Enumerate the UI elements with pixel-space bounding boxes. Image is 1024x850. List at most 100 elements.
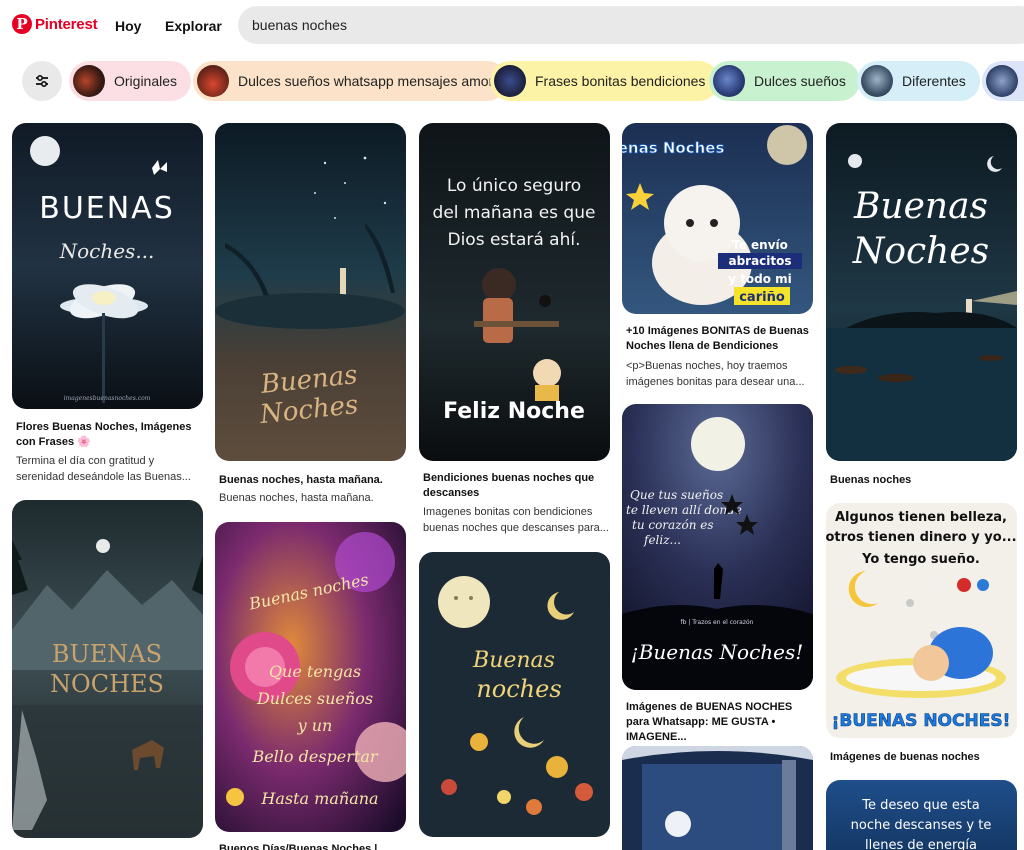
pin-image: Buenas Noches Te envío abracitos y todo … — [622, 123, 813, 314]
pin-image: BUENAS Noches... imagenesbuenasnoches.co… — [12, 123, 203, 409]
chip-label: Frases bonitas bendiciones — [535, 73, 706, 89]
pin-image: Lo único seguro del mañana es que Dios e… — [419, 123, 610, 461]
moon-icon — [30, 136, 60, 166]
pin-title: Buenas noches, hasta mañana. — [219, 474, 383, 486]
image-line-2: abracitos — [728, 254, 791, 268]
image-line-3: Dios estará ahí. — [447, 230, 580, 250]
image-line-3: Dulces sueños — [256, 689, 373, 708]
moon-icon — [848, 154, 862, 168]
chip-label: Dulces sueños whatsapp mensajes amor — [238, 73, 494, 89]
image-line-1: Te deseo que esta — [861, 798, 979, 813]
pin-dulces-suenos-rosas[interactable]: Buenas noches Que tengas Dulces sueños y… — [215, 522, 406, 850]
chip-thumbnail — [197, 65, 229, 97]
pin-buenas-noches-lago[interactable]: BUENAS NOCHES — [12, 500, 203, 838]
top-header: P Pinterest Hoy Explorar buenas noches — [0, 0, 1024, 52]
pin-10-imagenes-bonitas[interactable]: Buenas Noches Te envío abracitos y todo … — [622, 123, 813, 393]
nav-hoy[interactable]: Hoy — [115, 18, 141, 34]
child-figure-icon — [482, 268, 516, 302]
image-line-2: del mañana es que — [433, 203, 596, 223]
moon-icon — [96, 539, 110, 553]
pin-image: Que tus sueños te lleven allí donde tu c… — [622, 404, 813, 690]
pinterest-p-icon: P — [12, 14, 32, 34]
filter-settings-button[interactable] — [22, 61, 62, 101]
pin-title: Imágenes de BUENAS NOCHES para Whatsapp:… — [626, 701, 793, 743]
image-line-3: Yo tengo sueño. — [861, 552, 980, 567]
image-line-4: feliz... — [643, 533, 681, 547]
image-credit: fb | Trazos en el corazón — [681, 619, 754, 626]
pin-imagenes-buenas-noches-whatsapp[interactable]: Que tus sueños te lleven allí donde tu c… — [622, 404, 813, 743]
charlie-brown-icon — [533, 359, 561, 387]
chip-label: Diferentes — [902, 73, 966, 89]
pin-title: +10 Imágenes BONITAS de Buenas Noches ll… — [626, 325, 809, 352]
image-bottom-text: ¡Buenas Noches! — [631, 640, 804, 664]
pin-ventana-luna[interactable] — [622, 746, 813, 850]
pin-description: Termina el día con gratitud y serenidad … — [16, 455, 191, 483]
chip-thumbnail — [986, 65, 1018, 97]
moon-icon — [767, 125, 807, 165]
image-line-1: Lo único seguro — [447, 176, 581, 196]
image-title: BUENAS — [39, 191, 175, 226]
boat-icon — [835, 366, 867, 374]
image-title: Buenas — [472, 648, 555, 673]
chip-next-partial[interactable] — [982, 61, 1024, 101]
pin-image: Buenas Noches — [215, 123, 406, 461]
pin-image: BUENAS NOCHES — [12, 500, 203, 838]
image-title: Buenas — [853, 186, 988, 227]
pin-description: Buenas noches, hasta mañana. — [219, 492, 374, 504]
chip-dulces-suenos-whatsapp[interactable]: Dulces sueños whatsapp mensajes amor — [193, 61, 508, 101]
pin-image — [622, 746, 813, 850]
image-line-3: tu corazón es — [632, 518, 714, 532]
chip-label: Dulces sueños — [754, 73, 846, 89]
chip-thumbnail — [713, 65, 745, 97]
pinterest-logo[interactable]: P Pinterest — [12, 14, 98, 34]
pin-bendiciones-feliz-noche[interactable]: Lo único seguro del mañana es que Dios e… — [419, 123, 610, 543]
pin-buenas-noches-hasta-manana[interactable]: Buenas Noches Buenas noches, hasta mañan… — [215, 123, 406, 508]
chip-dulces-suenos[interactable]: Dulces sueños — [709, 61, 860, 101]
image-line-3: llenes de energía — [865, 838, 977, 850]
pin-imagenes-de-buenas-noches[interactable]: Algunos tienen belleza, otros tienen din… — [826, 503, 1017, 768]
pin-te-deseo-que-descanses[interactable]: Te deseo que esta noche descanses y te l… — [826, 780, 1017, 850]
chip-frases-bonitas[interactable]: Frases bonitas bendiciones — [490, 61, 720, 101]
image-subtitle: NOCHES — [50, 670, 164, 698]
chip-diferentes[interactable]: Diferentes — [857, 61, 980, 101]
sliders-icon — [36, 74, 48, 88]
search-input[interactable]: buenas noches — [238, 6, 1024, 44]
image-line-4: y un — [297, 716, 333, 735]
pin-title: Bendiciones buenas noches que descanses — [423, 472, 595, 499]
chip-thumbnail — [861, 65, 893, 97]
nav-explorar[interactable]: Explorar — [165, 18, 222, 34]
image-bottom-text: ¡BUENAS NOCHES! — [832, 711, 1011, 731]
image-bottom-text: Feliz Noche — [443, 399, 585, 424]
moon-face-icon — [438, 576, 490, 628]
pin-buenas-noches-faro[interactable]: Buenas Noches Buenas noches — [826, 123, 1017, 493]
pin-buenas-noches-luna-flores[interactable]: Buenas noches — [419, 552, 610, 837]
chip-originales[interactable]: Originales — [69, 61, 192, 101]
image-title: BUENAS — [52, 640, 162, 668]
image-line-1: Que tus sueños — [630, 488, 723, 502]
pin-title: Buenas noches — [830, 474, 912, 486]
search-query: buenas noches — [252, 17, 347, 33]
logo-text: Pinterest — [35, 15, 98, 33]
pin-title: Buenos Días/Buenas Noches | — [219, 843, 378, 850]
pin-description: <p>Buenas noches, hoy traemos imágenes b… — [626, 360, 805, 388]
image-subtitle: Noches — [852, 231, 989, 272]
pin-image: Algunos tienen belleza, otros tienen din… — [826, 503, 1017, 738]
chip-thumbnail — [494, 65, 526, 97]
pin-image: Buenas noches — [419, 552, 610, 837]
image-line-1: Te envío — [732, 238, 788, 252]
rose-icon — [957, 578, 971, 592]
pin-flores-buenas-noches[interactable]: BUENAS Noches... imagenesbuenasnoches.co… — [12, 123, 203, 483]
pin-title: Imágenes de buenas noches — [830, 751, 980, 763]
moon-icon — [665, 811, 691, 837]
image-line-5: Bello despertar — [251, 747, 378, 766]
pin-image: Buenas noches Que tengas Dulces sueños y… — [215, 522, 406, 832]
image-line-2: te lleven allí donde — [626, 503, 742, 517]
full-moon-icon — [691, 417, 745, 471]
image-line-2: Que tengas — [269, 662, 361, 681]
image-line-6: Hasta mañana — [260, 789, 378, 808]
image-title: Buenas Noches — [622, 139, 724, 157]
pin-title: Flores Buenas Noches, Imágenes con Frase… — [16, 421, 192, 448]
image-line-2: otros tienen dinero y yo... — [826, 530, 1017, 545]
chip-label: Originales — [114, 73, 178, 89]
pin-image: Te deseo que esta noche descanses y te l… — [826, 780, 1017, 850]
